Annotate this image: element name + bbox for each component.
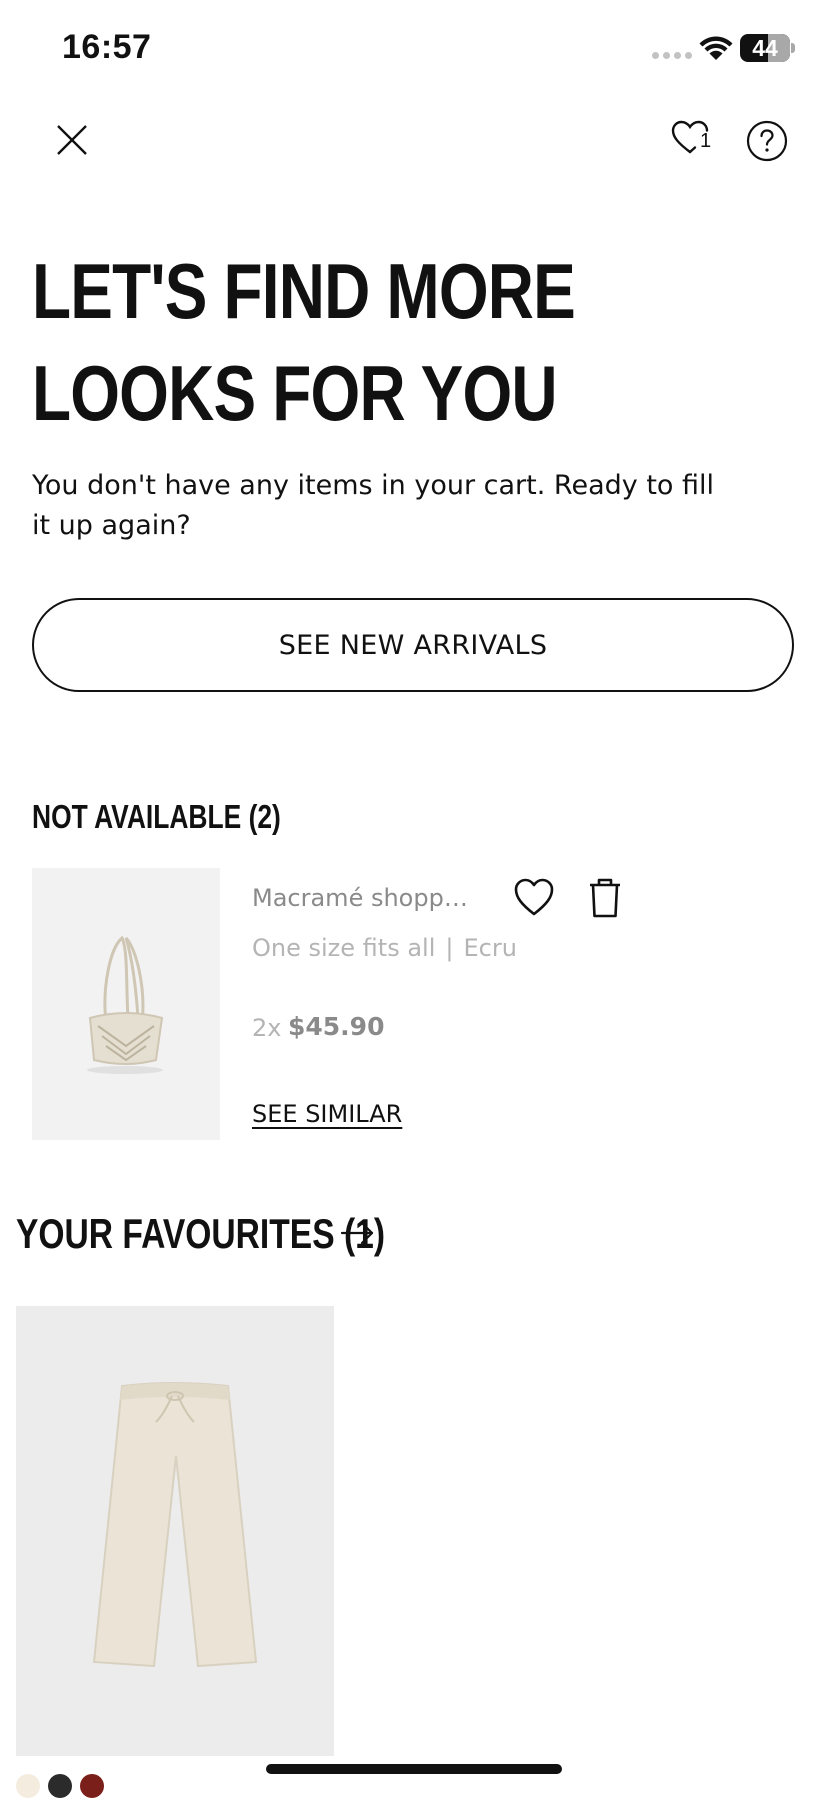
see-new-arrivals-button[interactable]: SEE NEW ARRIVALS	[32, 598, 794, 692]
favourites-title[interactable]: YOUR FAVOURITES (1)	[16, 1210, 385, 1258]
status-time: 16:57	[62, 28, 152, 66]
variant-separator: |	[445, 934, 454, 962]
product-quantity: 2x	[252, 1014, 282, 1042]
favourites-arrow-button[interactable]	[340, 1218, 376, 1248]
heart-outline-icon	[514, 878, 554, 916]
color-swatches	[16, 1774, 136, 1798]
battery-cap	[791, 43, 795, 53]
knit-trousers-image	[92, 1382, 258, 1668]
help-button[interactable]	[746, 120, 788, 162]
product-color: Ecru	[463, 934, 517, 962]
battery-indicator: 44	[740, 34, 790, 62]
trash-icon	[590, 878, 620, 918]
product-name[interactable]: Macramé shopper...	[252, 884, 482, 912]
question-icon	[746, 120, 788, 162]
favourites-count: 1	[700, 130, 712, 152]
see-similar-link[interactable]: SEE SIMILAR	[252, 1100, 402, 1128]
favourite-product-card[interactable]	[16, 1306, 334, 1756]
battery-level: 44	[752, 35, 778, 61]
swatch-ecru[interactable]	[16, 1774, 40, 1798]
not-available-title: NOT AVAILABLE (2)	[32, 798, 281, 835]
delete-item-button[interactable]	[586, 876, 624, 920]
product-variant: One size fits all | Ecru	[252, 934, 517, 962]
close-icon	[57, 125, 87, 155]
arrow-right-icon	[340, 1221, 374, 1245]
close-button[interactable]	[50, 118, 94, 162]
wifi-icon	[699, 36, 733, 60]
empty-cart-message: You don't have any items in your cart. R…	[32, 470, 715, 541]
page-headline: LET'S FIND MORE LOOKS FOR YOU	[32, 247, 576, 437]
favourites-button[interactable]: 1	[670, 118, 718, 162]
home-indicator	[266, 1764, 562, 1774]
swatch-black[interactable]	[48, 1774, 72, 1798]
swatch-burgundy[interactable]	[80, 1774, 104, 1798]
add-to-favourites-button[interactable]	[512, 876, 556, 920]
product-size: One size fits all	[252, 934, 436, 962]
cellular-signal-icon	[652, 52, 692, 60]
product-image[interactable]	[32, 868, 220, 1140]
product-price: $45.90	[288, 1012, 385, 1041]
macrame-bag-image	[87, 935, 164, 1074]
